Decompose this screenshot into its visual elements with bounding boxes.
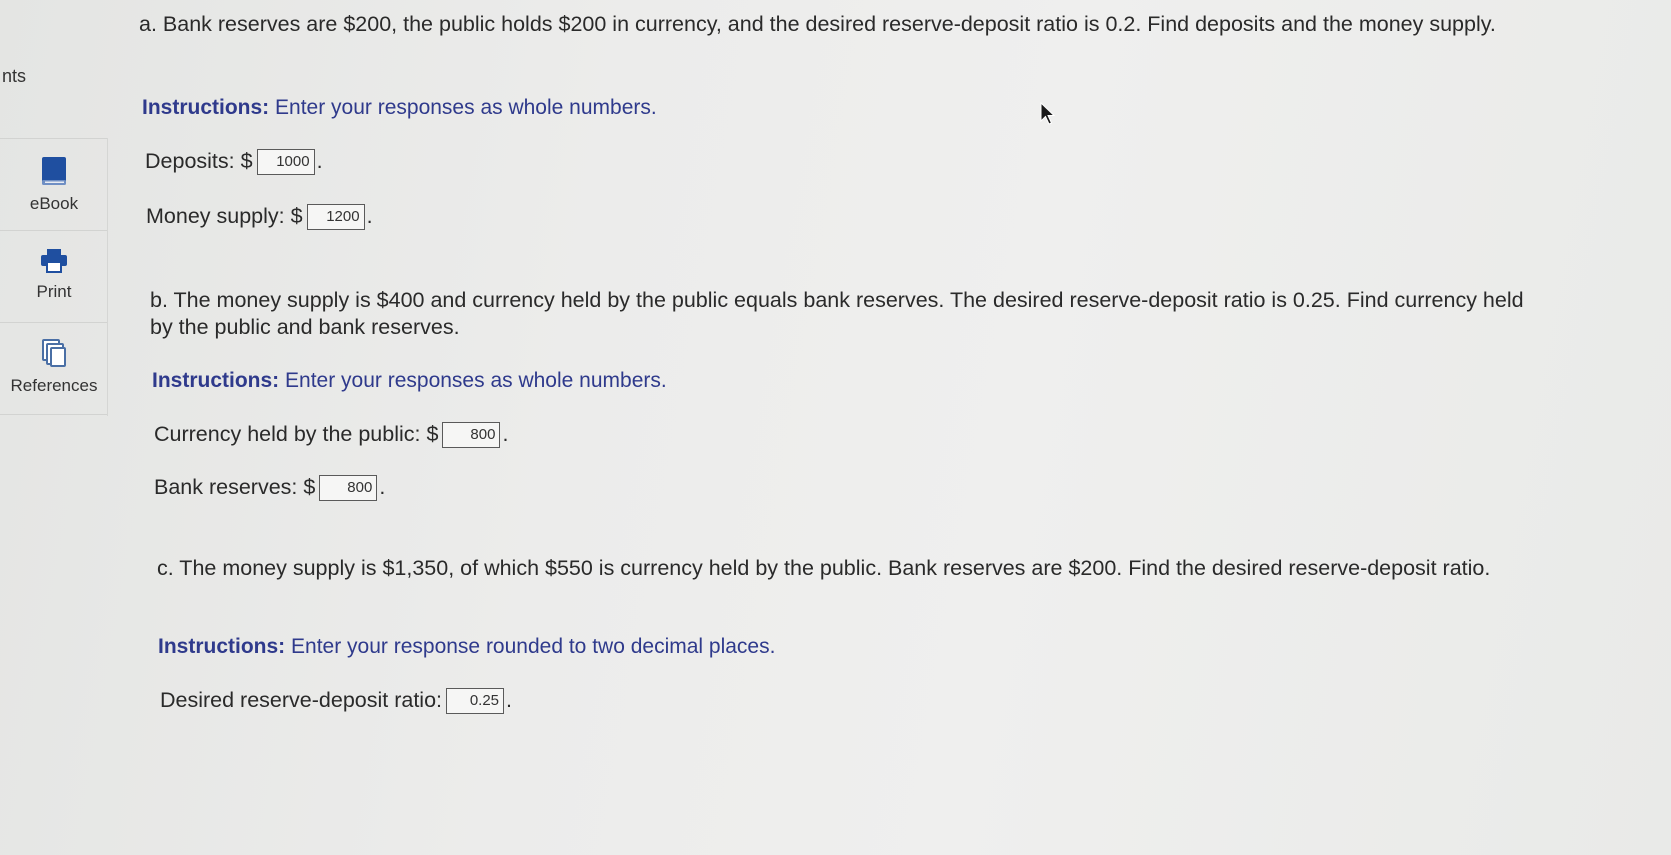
instructions-text: Enter your responses as whole numbers. xyxy=(279,369,667,392)
money-supply-input[interactable]: 1200 xyxy=(306,204,365,231)
reserve-ratio-label: Desired reserve-deposit ratio: xyxy=(160,688,443,712)
bank-reserves-label: Bank reserves: $ xyxy=(154,475,316,499)
currency-public-input[interactable]: 800 xyxy=(442,422,501,449)
question-b-prompt: b. The money supply is $400 and currency… xyxy=(150,288,1524,339)
instructions-label: Instructions: xyxy=(152,369,280,392)
question-b-instructions: Instructions: Enter your responses as wh… xyxy=(152,369,667,393)
instructions-label: Instructions: xyxy=(158,635,286,658)
mouse-cursor-icon xyxy=(1040,102,1056,125)
deposits-row: Deposits: $1000. xyxy=(145,149,323,176)
question-a-instructions: Instructions: Enter your responses as wh… xyxy=(142,96,657,120)
money-supply-row: Money supply: $1200. xyxy=(146,204,373,231)
bank-reserves-input[interactable]: 800 xyxy=(319,475,378,502)
bank-reserves-row: Bank reserves: $800. xyxy=(154,475,385,502)
question-a-prompt: a. Bank reserves are $200, the public ho… xyxy=(139,12,1496,36)
instructions-text: Enter your responses as whole numbers. xyxy=(269,96,657,119)
deposits-label: Deposits: $ xyxy=(145,149,253,173)
question-c-instructions: Instructions: Enter your response rounde… xyxy=(158,635,775,659)
instructions-text: Enter your response rounded to two decim… xyxy=(285,635,776,658)
question-content: a. Bank reserves are $200, the public ho… xyxy=(0,0,1671,855)
money-supply-label: Money supply: $ xyxy=(146,204,303,228)
reserve-ratio-input[interactable]: 0.25 xyxy=(446,688,505,715)
question-c-prompt: c. The money supply is $1,350, of which … xyxy=(157,556,1491,580)
currency-public-row: Currency held by the public: $800. xyxy=(154,422,508,449)
deposits-input[interactable]: 1000 xyxy=(256,149,315,176)
reserve-ratio-row: Desired reserve-deposit ratio: 0.25. xyxy=(160,688,512,715)
instructions-label: Instructions: xyxy=(142,96,270,119)
currency-public-label: Currency held by the public: $ xyxy=(154,422,439,446)
